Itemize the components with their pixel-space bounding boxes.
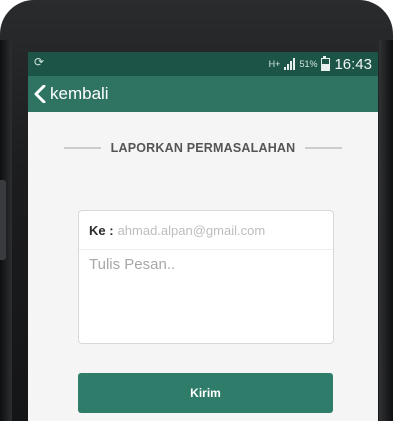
divider-right	[305, 147, 343, 149]
main-content: LAPORKAN PERMASALAHAN Ke : ahmad.alpan@g…	[28, 112, 378, 421]
message-input[interactable]: Tulis Pesan..	[79, 250, 333, 279]
back-button[interactable]: kembali	[50, 84, 109, 104]
battery-percent: 51%	[299, 59, 318, 69]
page-title: LAPORKAN PERMASALAHAN	[110, 141, 296, 155]
recipient-email: ahmad.alpan@gmail.com	[117, 222, 266, 238]
recipient-label: Ke :	[89, 222, 114, 238]
battery-icon	[321, 55, 331, 71]
phone-frame: ⟳ H+ 51% 16:43 kembali LAPORKAN PERMASAL…	[0, 0, 393, 421]
app-bar: kembali	[28, 76, 378, 112]
section-header: LAPORKAN PERMASALAHAN	[64, 138, 343, 158]
sync-icon: ⟳	[34, 55, 45, 69]
status-bar: ⟳ H+ 51% 16:43	[28, 52, 378, 76]
network-type: H+	[268, 59, 281, 69]
signal-icon	[284, 58, 296, 70]
message-placeholder: Tulis Pesan..	[89, 256, 176, 273]
phone-side-button	[0, 180, 6, 260]
recipient-row: Ke : ahmad.alpan@gmail.com	[79, 211, 333, 250]
submit-button[interactable]: Kirim	[78, 373, 333, 413]
divider-left	[64, 147, 101, 149]
battery-fill	[322, 63, 330, 70]
report-form: Ke : ahmad.alpan@gmail.com Tulis Pesan..	[78, 210, 334, 344]
back-chevron-icon[interactable]	[32, 83, 48, 105]
submit-button-label: Kirim	[190, 386, 221, 400]
phone-right-edge	[379, 40, 393, 421]
screen: ⟳ H+ 51% 16:43 kembali LAPORKAN PERMASAL…	[28, 52, 378, 421]
clock: 16:43	[334, 55, 372, 73]
status-indicators: H+ 51% 16:43	[269, 54, 372, 74]
